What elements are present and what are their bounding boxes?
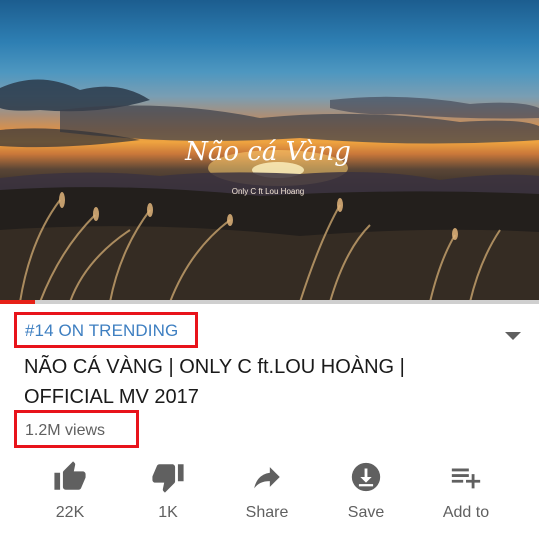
thumbs-up-icon (54, 461, 86, 490)
dislike-button[interactable]: 1K (123, 454, 213, 524)
share-label: Share (245, 504, 289, 521)
like-button[interactable]: 22K (25, 454, 115, 524)
thumbs-down-icon (152, 464, 184, 493)
add-to-label: Add to (442, 504, 490, 521)
video-frame-artwork: Não cá Vàng Only C ft Lou Hoang (0, 79, 539, 302)
chevron-down-icon[interactable] (505, 332, 521, 340)
like-count: 22K (55, 504, 85, 521)
artwork-subtitle: Only C ft Lou Hoang (232, 187, 304, 196)
share-button[interactable]: Share (222, 454, 312, 524)
dislike-count: 1K (158, 504, 178, 521)
video-info-panel: #14 ON TRENDING NÃO CÁ VÀNG | ONLY C ft.… (0, 304, 539, 541)
action-bar: 22K 1K Share Save Add to (0, 454, 539, 534)
video-title: NÃO CÁ VÀNG | ONLY C ft.LOU HOÀNG | OFFI… (24, 356, 405, 408)
trending-badge[interactable]: #14 ON TRENDING (14, 312, 198, 348)
save-button[interactable]: Save (321, 454, 411, 524)
add-to-playlist-icon (451, 468, 481, 489)
view-count: 1.2M views (14, 410, 139, 448)
save-label: Save (347, 504, 385, 521)
add-to-playlist-button[interactable]: Add to (421, 454, 511, 524)
video-player[interactable]: Não cá Vàng Only C ft Lou Hoang (0, 0, 539, 302)
download-icon (351, 462, 381, 492)
artwork-title: Não cá Vàng (184, 137, 351, 167)
share-icon (254, 467, 280, 489)
